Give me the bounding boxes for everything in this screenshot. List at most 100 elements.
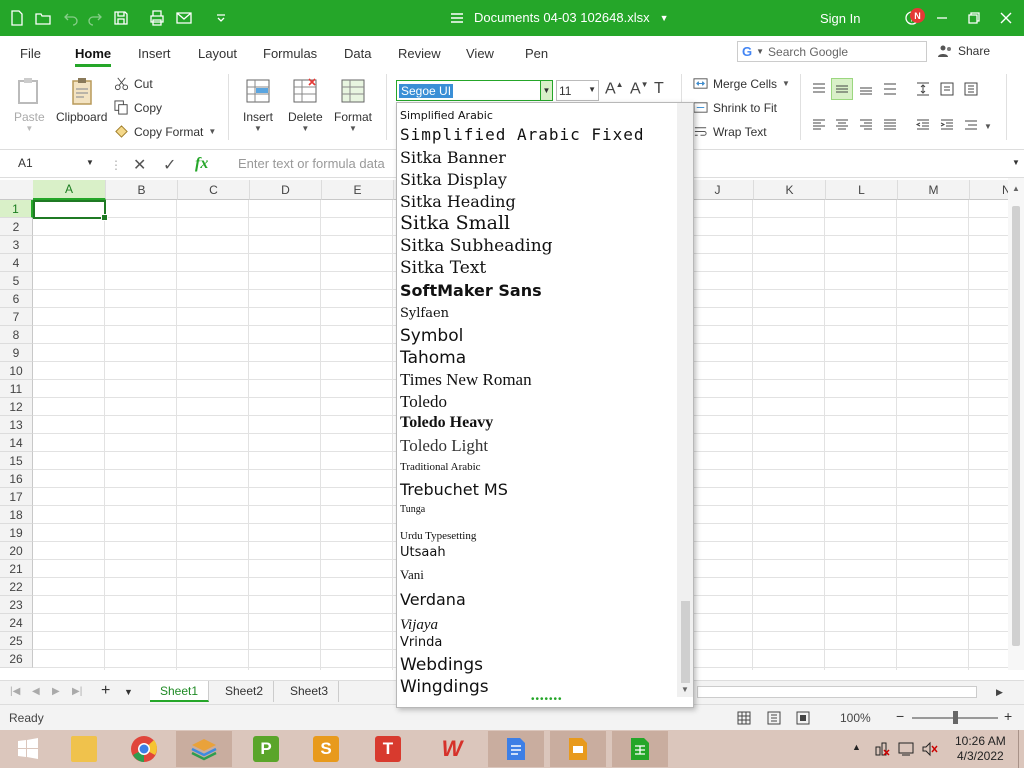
wps-icon[interactable]: W — [424, 731, 480, 767]
align-left-icon[interactable] — [808, 114, 830, 136]
delete-cells-button[interactable]: Delete ▼ — [288, 76, 323, 133]
font-option[interactable]: Utsaah — [400, 545, 446, 560]
row-header[interactable]: 26 — [0, 650, 33, 668]
font-option[interactable]: Simplified Arabic — [400, 109, 493, 122]
row-header[interactable]: 24 — [0, 614, 33, 632]
name-box[interactable]: A1 — [18, 156, 33, 170]
tab-review[interactable]: Review — [398, 46, 441, 61]
row-header[interactable]: 1 — [0, 200, 33, 218]
zoom-slider-handle[interactable] — [953, 711, 958, 724]
chevron-down-icon[interactable]: ▼ — [588, 85, 596, 94]
increase-font-size-icon[interactable]: A▲ — [605, 80, 624, 98]
tab-pen[interactable]: Pen — [525, 46, 548, 61]
clear-formatting-icon[interactable]: T — [654, 80, 664, 98]
sheet-list-icon[interactable]: ▼ — [124, 687, 133, 697]
row-height-icon[interactable] — [912, 78, 934, 100]
scroll-thumb[interactable] — [1012, 206, 1020, 646]
column-header[interactable]: M — [898, 180, 970, 200]
row-header[interactable]: 5 — [0, 272, 33, 290]
formula-input[interactable]: Enter text or formula data — [238, 156, 385, 171]
select-all-corner[interactable] — [0, 180, 34, 200]
insert-cells-button[interactable]: Insert ▼ — [243, 76, 273, 133]
row-header[interactable]: 3 — [0, 236, 33, 254]
system-clock[interactable]: 10:26 AM 4/3/2022 — [955, 734, 1006, 764]
new-document-icon[interactable] — [8, 9, 26, 27]
network-icon[interactable] — [874, 741, 890, 757]
zoom-out-icon[interactable]: − — [896, 708, 904, 724]
copy-button[interactable]: Copy — [114, 100, 162, 115]
zoom-level[interactable]: 100% — [840, 711, 871, 725]
undo-icon[interactable] — [62, 9, 80, 27]
column-header[interactable]: A — [33, 180, 106, 200]
text-direction-icon[interactable] — [936, 78, 958, 100]
email-icon[interactable] — [175, 9, 193, 27]
font-option[interactable]: Tahoma — [400, 348, 466, 368]
align-right-icon[interactable] — [855, 114, 877, 136]
save-icon[interactable] — [112, 9, 130, 27]
restore-icon[interactable] — [962, 6, 986, 30]
tab-home[interactable]: Home — [75, 46, 112, 67]
row-header[interactable]: 21 — [0, 560, 33, 578]
font-option[interactable]: Times New Roman — [400, 370, 532, 390]
font-option[interactable]: Traditional Arabic — [400, 461, 481, 473]
notification-badge[interactable]: N — [910, 8, 925, 23]
search-google-input[interactable]: G ▼ Search Google — [737, 41, 927, 62]
scroll-up-icon[interactable]: ▲ — [1012, 184, 1020, 193]
vertical-scrollbar[interactable]: ▲ — [1008, 178, 1024, 670]
chevron-down-icon[interactable]: ▼ — [540, 81, 552, 100]
row-header[interactable]: 22 — [0, 578, 33, 596]
row-header[interactable]: 11 — [0, 380, 33, 398]
font-option[interactable]: Sylfaen — [400, 306, 449, 321]
sign-in-link[interactable]: Sign In — [820, 11, 860, 26]
presentations-s-icon[interactable]: S — [298, 731, 354, 767]
row-header[interactable]: 2 — [0, 218, 33, 236]
planmaker-p-icon[interactable]: P — [238, 731, 294, 767]
cut-button[interactable]: Cut — [114, 76, 153, 91]
print-icon[interactable] — [148, 9, 166, 27]
font-option[interactable]: Sitka Small — [400, 212, 510, 234]
tab-view[interactable]: View — [466, 46, 494, 61]
minimize-icon[interactable] — [930, 6, 954, 30]
sheet-tab-sheet2[interactable]: Sheet2 — [215, 681, 275, 702]
paste-button[interactable]: Paste ▼ — [14, 76, 45, 133]
first-sheet-icon[interactable]: |◀ — [10, 686, 20, 697]
presentation-doc-icon[interactable] — [550, 731, 606, 767]
writer-doc-icon[interactable] — [488, 731, 544, 767]
normal-view-icon[interactable] — [737, 711, 751, 725]
font-name-field[interactable]: Segoe UI ▼ — [396, 80, 553, 101]
close-icon[interactable] — [994, 6, 1018, 30]
tab-layout[interactable]: Layout — [198, 46, 237, 61]
row-header[interactable]: 4 — [0, 254, 33, 272]
chevron-down-icon[interactable]: ▼ — [756, 47, 764, 56]
action-center-icon[interactable] — [898, 741, 914, 757]
font-option[interactable]: Sitka Heading — [400, 192, 516, 211]
row-header[interactable]: 20 — [0, 542, 33, 560]
row-header[interactable]: 13 — [0, 416, 33, 434]
font-size-field[interactable]: 11 ▼ — [556, 80, 599, 101]
show-desktop-button[interactable] — [1018, 730, 1022, 768]
scroll-down-icon[interactable]: ▼ — [681, 685, 689, 694]
chrome-icon[interactable] — [116, 731, 172, 767]
scroll-right-icon[interactable]: ▶ — [996, 687, 1003, 698]
row-header[interactable]: 9 — [0, 344, 33, 362]
font-option[interactable]: SoftMaker Sans — [400, 281, 542, 300]
decrease-indent-icon[interactable] — [912, 114, 934, 136]
clipboard-button[interactable]: Clipboard — [56, 76, 107, 124]
windows-start-icon[interactable] — [0, 731, 56, 767]
confirm-icon[interactable]: ✓ — [163, 155, 176, 175]
tab-data[interactable]: Data — [344, 46, 371, 61]
row-header[interactable]: 19 — [0, 524, 33, 542]
font-option[interactable]: Vrinda — [400, 635, 442, 650]
customize-toolbar-icon[interactable] — [212, 9, 230, 27]
font-option[interactable]: Vijaya — [400, 617, 438, 634]
cancel-icon[interactable]: ✕ — [133, 155, 146, 175]
row-header[interactable]: 12 — [0, 398, 33, 416]
font-option[interactable]: Tunga — [400, 504, 425, 515]
column-header[interactable]: D — [250, 180, 322, 200]
row-header[interactable]: 7 — [0, 308, 33, 326]
font-option[interactable]: Toledo — [400, 392, 447, 412]
justify-icon[interactable] — [879, 114, 901, 136]
volume-muted-icon[interactable] — [922, 741, 938, 757]
align-top-icon[interactable] — [808, 78, 830, 100]
font-option[interactable]: Symbol — [400, 326, 463, 346]
